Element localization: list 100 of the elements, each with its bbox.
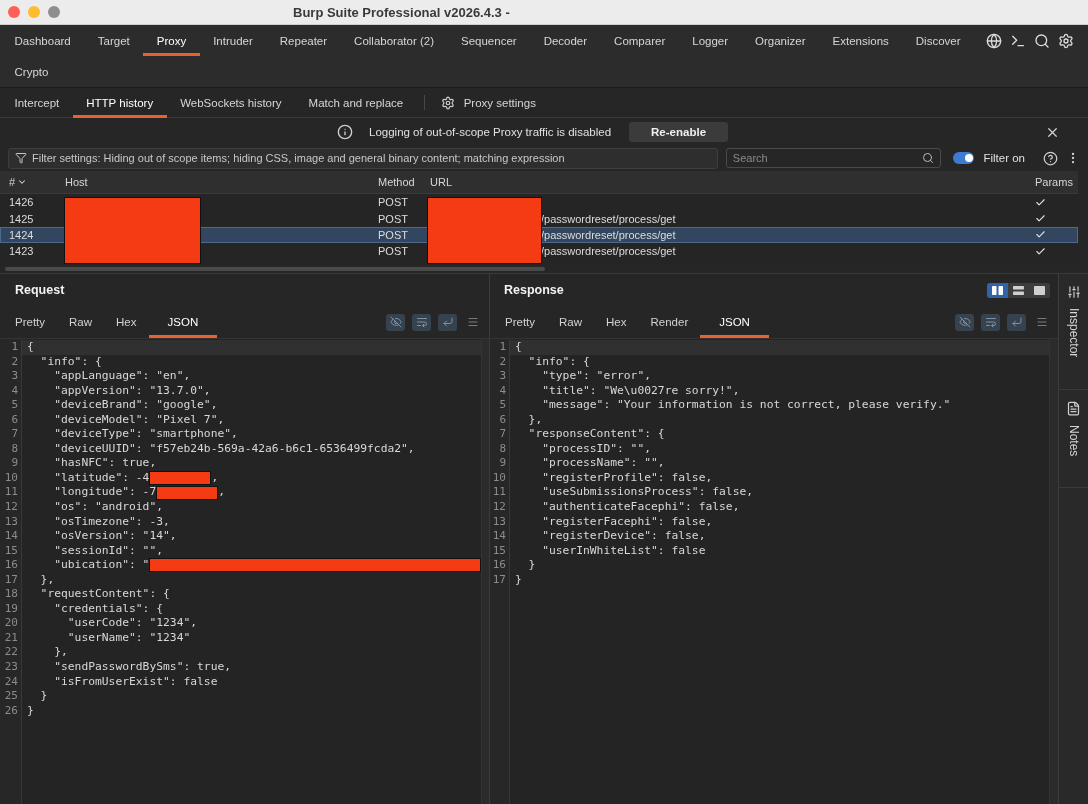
line-number: 3 xyxy=(10,369,19,384)
line-number: 6 xyxy=(498,412,507,428)
code-text: "info": { xyxy=(39,354,102,370)
section-tab[interactable]: WebSockets history xyxy=(166,88,296,118)
eye-off-icon[interactable] xyxy=(955,313,974,331)
line-number: 13 xyxy=(491,514,507,530)
search-icon[interactable] xyxy=(921,152,934,164)
split-rows-icon xyxy=(1013,285,1024,295)
code-text: }, xyxy=(527,412,543,428)
column-header[interactable]: Params xyxy=(1030,171,1078,193)
column-header[interactable]: Host xyxy=(60,171,373,193)
help-icon[interactable] xyxy=(1043,150,1058,166)
main-tab[interactable]: Dashboard xyxy=(1,25,85,56)
code-text: }, xyxy=(53,645,68,661)
main-tab[interactable]: Crypto xyxy=(1,56,62,87)
main-tab[interactable]: Logger xyxy=(678,25,742,56)
menu-icon[interactable] xyxy=(1036,316,1048,328)
code-text: , xyxy=(218,485,226,501)
main-tab[interactable]: Sequencer xyxy=(447,25,531,56)
wrap-text-icon[interactable] xyxy=(981,313,1000,331)
table-row[interactable]: 1423 POST /passwordreset/process/get xyxy=(0,243,1078,260)
main-tab[interactable]: Extensions xyxy=(819,25,903,56)
editor-tab[interactable]: Render xyxy=(638,306,701,338)
re-enable-button[interactable]: Re-enable xyxy=(629,122,729,142)
code-text: "osTimezone": -3, xyxy=(53,514,170,530)
main-tab[interactable]: Intruder xyxy=(199,25,267,56)
newline-icon[interactable] xyxy=(438,313,457,331)
main-tab[interactable]: Discover xyxy=(902,25,975,56)
code-text: "sessionId": "", xyxy=(53,543,164,559)
globe-icon[interactable] xyxy=(986,32,1002,49)
code-text: , xyxy=(211,470,219,486)
window-zoom-icon[interactable] xyxy=(48,6,60,18)
section-tab[interactable]: Match and replace xyxy=(295,88,417,118)
line-number: 2 xyxy=(10,354,19,370)
table-cell: 1425 xyxy=(9,212,34,225)
main-tab[interactable]: Proxy xyxy=(143,25,200,56)
menu-icon[interactable] xyxy=(467,316,479,328)
vertical-scrollbar[interactable] xyxy=(481,339,489,804)
filter-on-label: Filter on xyxy=(983,152,1025,164)
table-cell: /passwordreset/process/get xyxy=(541,245,676,258)
line-number: 23 xyxy=(3,660,19,675)
search-icon[interactable] xyxy=(1034,32,1050,49)
filter-toggle[interactable] xyxy=(952,152,975,164)
settings-button[interactable]: Proxy settings xyxy=(440,88,536,117)
line-number: 13 xyxy=(3,514,19,530)
column-header[interactable]: URL xyxy=(425,171,1030,193)
line-number: 15 xyxy=(491,543,507,559)
code-text: "longitude": -7 xyxy=(53,485,157,501)
code-text: "userName": "1234" xyxy=(66,630,191,646)
line-number: 4 xyxy=(10,383,19,399)
column-header[interactable]: # xyxy=(0,171,60,193)
wrap-text-icon[interactable] xyxy=(412,313,431,331)
editor-tab[interactable]: Raw xyxy=(57,306,105,338)
side-panel-tab[interactable]: Notes xyxy=(1059,390,1088,488)
main-tab[interactable]: Target xyxy=(84,25,144,56)
eye-off-icon[interactable] xyxy=(386,313,405,331)
document-icon xyxy=(1066,401,1081,416)
editor-tab[interactable]: Hex xyxy=(594,306,639,338)
line-number: 1 xyxy=(10,340,19,355)
main-tab[interactable]: Collaborator (2) xyxy=(340,25,448,56)
editor-tab[interactable]: Pretty xyxy=(493,306,548,338)
section-tab[interactable]: Intercept xyxy=(1,88,73,118)
main-tab[interactable]: Comparer xyxy=(600,25,679,56)
code-text: "processID": "", xyxy=(541,441,652,457)
code-text: "message": "Your information is not correct, please verify." xyxy=(541,398,951,413)
line-number: 22 xyxy=(3,645,19,661)
info-icon xyxy=(337,124,353,140)
code-text: "registerProfile": false, xyxy=(541,470,713,486)
code-text: "useSubmissionsProcess": false, xyxy=(541,485,754,501)
table-row[interactable]: 1425 POST /passwordreset/process/get xyxy=(0,210,1078,227)
redaction-block xyxy=(149,471,212,486)
search-field[interactable]: Search xyxy=(725,148,941,168)
main-tab[interactable]: Organizer xyxy=(741,25,820,56)
code-text: "appVersion": "13.7.0", xyxy=(53,383,211,399)
line-number: 9 xyxy=(10,456,19,471)
line-number: 6 xyxy=(10,412,19,428)
side-panel-tab[interactable]: Inspector xyxy=(1059,274,1088,390)
line-number: 3 xyxy=(498,369,507,384)
line-number: 12 xyxy=(3,500,19,515)
code-text: "deviceModel": "Pixel 7", xyxy=(53,412,225,428)
table-cell: 1423 xyxy=(9,245,34,258)
line-number: 21 xyxy=(3,630,19,646)
editor-tab[interactable]: Pretty xyxy=(3,306,58,338)
line-number: 7 xyxy=(498,427,507,442)
column-header[interactable]: Method xyxy=(373,171,425,193)
view-mode-button[interactable] xyxy=(987,282,1008,298)
table-row[interactable]: 1426 POST xyxy=(0,194,1078,211)
settings-icon[interactable] xyxy=(1058,32,1074,49)
editor-tab[interactable]: Raw xyxy=(547,306,595,338)
window-close-icon[interactable] xyxy=(8,6,20,18)
line-number: 5 xyxy=(498,398,507,413)
vertical-scrollbar[interactable] xyxy=(1049,339,1058,804)
editor-tab[interactable]: Hex xyxy=(104,306,149,338)
main-tab[interactable]: Repeater xyxy=(266,25,341,56)
newline-icon[interactable] xyxy=(1007,313,1026,331)
main-tab[interactable]: Decoder xyxy=(530,25,601,56)
horizontal-scrollbar[interactable] xyxy=(5,267,545,271)
table-cell: 1426 xyxy=(9,196,34,209)
filter-settings-bar[interactable]: Filter settings: Hiding out of scope items; hiding CSS, image and general binary content; matching expression xyxy=(8,147,718,169)
line-number: 15 xyxy=(3,543,19,559)
